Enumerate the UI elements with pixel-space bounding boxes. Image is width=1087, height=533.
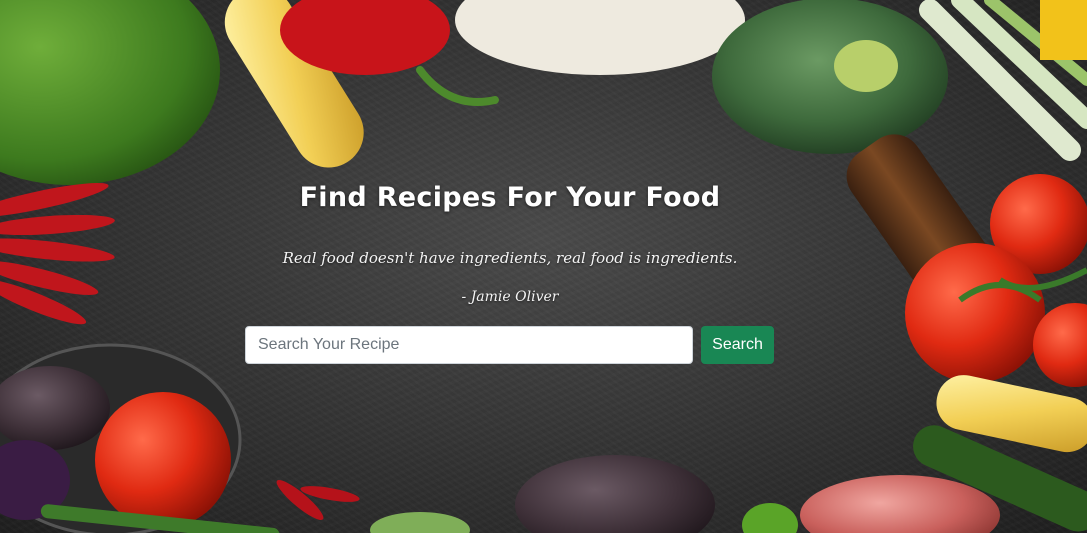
quote-author: - Jamie Oliver <box>461 289 559 305</box>
hero-quote: Real food doesn't have ingredients, real… <box>282 249 738 267</box>
hero-content: Find Recipes For Your Food Real food doe… <box>0 0 1087 533</box>
hero-section: Find Recipes For Your Food Real food doe… <box>0 0 1087 533</box>
search-button[interactable]: Search <box>701 326 774 364</box>
search-form: Search <box>245 326 775 364</box>
search-input[interactable] <box>245 326 693 364</box>
page-title: Find Recipes For Your Food <box>299 182 721 213</box>
